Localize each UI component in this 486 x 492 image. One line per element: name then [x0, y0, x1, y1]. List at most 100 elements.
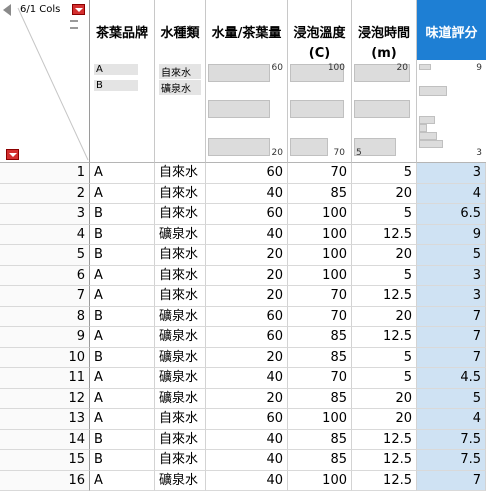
row-number[interactable]: 7	[0, 286, 90, 307]
ratio-cell[interactable]: 20	[206, 347, 288, 368]
row-number[interactable]: 6	[0, 265, 90, 286]
table-row[interactable]: 10 B 礦泉水 20 85 5 7	[0, 347, 486, 368]
row-number[interactable]: 12	[0, 388, 90, 409]
time-cell[interactable]: 12.5	[352, 450, 417, 471]
row-number[interactable]: 16	[0, 470, 90, 491]
taste-score-cell[interactable]: 5	[417, 388, 486, 409]
ratio-cell[interactable]: 60	[206, 163, 288, 184]
column-header-ratio[interactable]: 水量/茶葉量 60 20	[206, 0, 288, 163]
water-type-cell[interactable]: 礦泉水	[155, 347, 206, 368]
table-row[interactable]: 15 B 自來水 40 85 12.5 7.5	[0, 450, 486, 471]
table-row[interactable]: 13 A 自來水 60 100 20 4	[0, 409, 486, 430]
ratio-cell[interactable]: 40	[206, 450, 288, 471]
brand-cell[interactable]: B	[90, 224, 155, 245]
brand-cell[interactable]: B	[90, 245, 155, 266]
temp-cell[interactable]: 70	[288, 286, 352, 307]
time-cell[interactable]: 5	[352, 163, 417, 184]
ratio-cell[interactable]: 20	[206, 245, 288, 266]
brand-cell[interactable]: A	[90, 409, 155, 430]
row-number[interactable]: 5	[0, 245, 90, 266]
water-type-cell[interactable]: 礦泉水	[155, 306, 206, 327]
taste-score-cell[interactable]: 5	[417, 245, 486, 266]
temp-cell[interactable]: 100	[288, 265, 352, 286]
water-type-cell[interactable]: 自來水	[155, 265, 206, 286]
water-type-cell[interactable]: 礦泉水	[155, 388, 206, 409]
table-row[interactable]: 1 A 自來水 60 70 5 3	[0, 163, 486, 184]
taste-score-cell[interactable]: 4	[417, 409, 486, 430]
temp-cell[interactable]: 100	[288, 204, 352, 225]
row-number[interactable]: 15	[0, 450, 90, 471]
brand-cell[interactable]: B	[90, 204, 155, 225]
taste-score-cell[interactable]: 3	[417, 265, 486, 286]
brand-cell[interactable]: B	[90, 306, 155, 327]
row-number[interactable]: 11	[0, 368, 90, 389]
brand-cell[interactable]: A	[90, 286, 155, 307]
temp-cell[interactable]: 70	[288, 163, 352, 184]
water-type-cell[interactable]: 礦泉水	[155, 470, 206, 491]
time-cell[interactable]: 5	[352, 265, 417, 286]
time-cell[interactable]: 20	[352, 388, 417, 409]
column-header-brand[interactable]: 茶葉品牌 A B	[90, 0, 155, 163]
time-cell[interactable]: 5	[352, 368, 417, 389]
ratio-cell[interactable]: 60	[206, 327, 288, 348]
column-header-water-type[interactable]: 水種類 自來水 礦泉水	[155, 0, 206, 163]
taste-score-cell[interactable]: 3	[417, 286, 486, 307]
table-row[interactable]: 8 B 礦泉水 60 70 20 7	[0, 306, 486, 327]
temp-cell[interactable]: 100	[288, 245, 352, 266]
row-number[interactable]: 3	[0, 204, 90, 225]
time-cell[interactable]: 12.5	[352, 429, 417, 450]
table-row[interactable]: 5 B 自來水 20 100 20 5	[0, 245, 486, 266]
ratio-cell[interactable]: 40	[206, 429, 288, 450]
brand-cell[interactable]: A	[90, 388, 155, 409]
brand-cell[interactable]: A	[90, 327, 155, 348]
time-cell[interactable]: 12.5	[352, 224, 417, 245]
taste-score-cell[interactable]: 4.5	[417, 368, 486, 389]
ratio-cell[interactable]: 20	[206, 265, 288, 286]
temp-cell[interactable]: 100	[288, 470, 352, 491]
ratio-cell[interactable]: 60	[206, 409, 288, 430]
table-row[interactable]: 11 A 礦泉水 40 70 5 4.5	[0, 368, 486, 389]
taste-score-cell[interactable]: 7	[417, 327, 486, 348]
water-type-cell[interactable]: 自來水	[155, 183, 206, 204]
brand-cell[interactable]: B	[90, 347, 155, 368]
taste-score-cell[interactable]: 4	[417, 183, 486, 204]
table-row[interactable]: 2 A 自來水 40 85 20 4	[0, 183, 486, 204]
time-cell[interactable]: 20	[352, 409, 417, 430]
ratio-cell[interactable]: 60	[206, 306, 288, 327]
ratio-cell[interactable]: 60	[206, 204, 288, 225]
taste-score-cell[interactable]: 3	[417, 163, 486, 184]
water-type-cell[interactable]: 自來水	[155, 163, 206, 184]
row-number[interactable]: 2	[0, 183, 90, 204]
temp-cell[interactable]: 85	[288, 347, 352, 368]
taste-score-cell[interactable]: 7.5	[417, 429, 486, 450]
temp-cell[interactable]: 85	[288, 429, 352, 450]
water-type-cell[interactable]: 自來水	[155, 245, 206, 266]
row-number[interactable]: 9	[0, 327, 90, 348]
time-cell[interactable]: 20	[352, 245, 417, 266]
time-cell[interactable]: 12.5	[352, 286, 417, 307]
temp-cell[interactable]: 100	[288, 224, 352, 245]
time-cell[interactable]: 5	[352, 204, 417, 225]
column-header-temp[interactable]: 浸泡溫度 (C) 100 70	[288, 0, 352, 163]
row-number[interactable]: 4	[0, 224, 90, 245]
water-type-cell[interactable]: 礦泉水	[155, 368, 206, 389]
table-row[interactable]: 3 B 自來水 60 100 5 6.5	[0, 204, 486, 225]
row-number[interactable]: 8	[0, 306, 90, 327]
ratio-cell[interactable]: 40	[206, 183, 288, 204]
temp-cell[interactable]: 85	[288, 388, 352, 409]
brand-cell[interactable]: A	[90, 183, 155, 204]
rows-menu-icon[interactable]	[6, 149, 19, 160]
water-type-cell[interactable]: 自來水	[155, 286, 206, 307]
brand-cell[interactable]: A	[90, 368, 155, 389]
ratio-cell[interactable]: 20	[206, 388, 288, 409]
row-number[interactable]: 13	[0, 409, 90, 430]
taste-score-cell[interactable]: 6.5	[417, 204, 486, 225]
table-row[interactable]: 14 B 自來水 40 85 12.5 7.5	[0, 429, 486, 450]
ratio-cell[interactable]: 40	[206, 470, 288, 491]
ratio-cell[interactable]: 20	[206, 286, 288, 307]
time-cell[interactable]: 12.5	[352, 470, 417, 491]
column-header-time[interactable]: 浸泡時間 (m) 20 5	[352, 0, 417, 163]
taste-score-cell[interactable]: 7	[417, 470, 486, 491]
temp-cell[interactable]: 70	[288, 306, 352, 327]
temp-cell[interactable]: 70	[288, 368, 352, 389]
